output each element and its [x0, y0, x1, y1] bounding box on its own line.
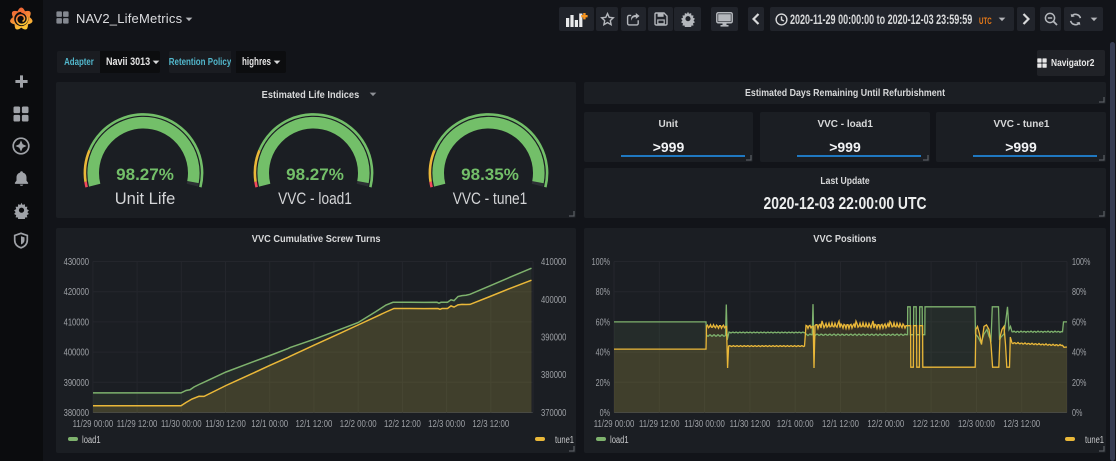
svg-text:11/29 00:00: 11/29 00:00 [594, 419, 635, 430]
svg-text:390000: 390000 [541, 333, 567, 344]
svg-text:40%: 40% [596, 348, 610, 359]
svg-text:12/2 12:00: 12/2 12:00 [913, 419, 950, 430]
svg-text:100%: 100% [592, 257, 610, 268]
svg-text:80%: 80% [596, 287, 610, 298]
svg-text:11/29 12:00: 11/29 12:00 [117, 419, 158, 430]
svg-text:12/3 12:00: 12/3 12:00 [1003, 419, 1040, 430]
svg-text:0%: 0% [600, 408, 610, 419]
svg-text:380000: 380000 [64, 408, 90, 419]
svg-text:20%: 20% [596, 378, 610, 389]
svg-text:60%: 60% [596, 317, 610, 328]
svg-text:12/2 00:00: 12/2 00:00 [340, 419, 377, 430]
svg-text:40%: 40% [1072, 348, 1086, 359]
svg-text:12/1 12:00: 12/1 12:00 [295, 419, 332, 430]
svg-text:12/1 00:00: 12/1 00:00 [777, 419, 814, 430]
svg-text:0%: 0% [1072, 408, 1082, 419]
svg-text:12/3 00:00: 12/3 00:00 [958, 419, 995, 430]
svg-text:80%: 80% [1072, 287, 1086, 298]
svg-text:12/3 12:00: 12/3 12:00 [472, 419, 509, 430]
svg-text:11/30 12:00: 11/30 12:00 [205, 419, 246, 430]
svg-text:430000: 430000 [64, 257, 90, 268]
svg-text:60%: 60% [1072, 317, 1086, 328]
svg-text:12/2 12:00: 12/2 12:00 [384, 419, 421, 430]
svg-text:11/29 12:00: 11/29 12:00 [639, 419, 680, 430]
svg-text:11/30 12:00: 11/30 12:00 [730, 419, 771, 430]
svg-text:400000: 400000 [64, 348, 90, 359]
svg-text:11/29 00:00: 11/29 00:00 [73, 419, 114, 430]
svg-text:370000: 370000 [541, 408, 567, 419]
svg-text:12/3 00:00: 12/3 00:00 [428, 419, 465, 430]
svg-text:12/2 00:00: 12/2 00:00 [867, 419, 904, 430]
svg-text:420000: 420000 [64, 287, 90, 298]
svg-text:410000: 410000 [541, 257, 567, 268]
svg-text:12/1 12:00: 12/1 12:00 [822, 419, 859, 430]
svg-text:11/30 00:00: 11/30 00:00 [684, 419, 725, 430]
svg-text:20%: 20% [1072, 378, 1086, 389]
svg-text:100%: 100% [1072, 257, 1090, 268]
svg-text:410000: 410000 [64, 317, 90, 328]
svg-text:390000: 390000 [64, 378, 90, 389]
svg-text:12/1 00:00: 12/1 00:00 [251, 419, 288, 430]
svg-text:380000: 380000 [541, 370, 567, 381]
svg-text:400000: 400000 [541, 295, 567, 306]
svg-text:11/30 00:00: 11/30 00:00 [161, 419, 202, 430]
